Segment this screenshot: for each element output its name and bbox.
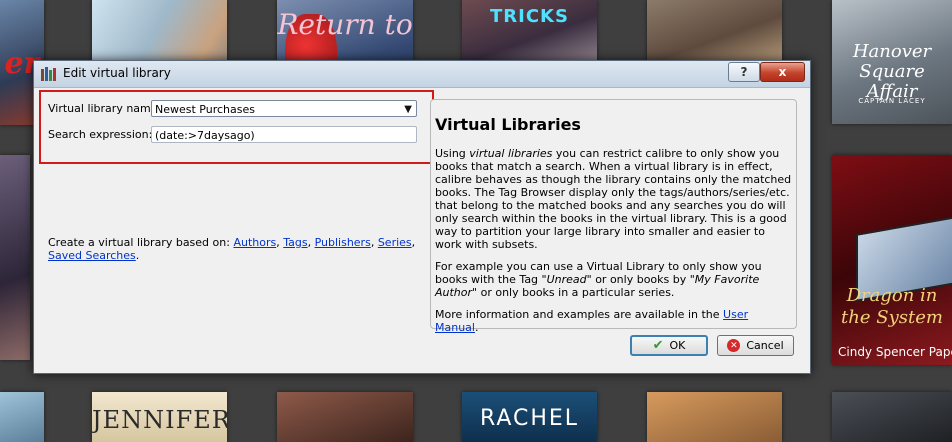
help-text: . [474, 321, 479, 334]
cancel-icon: ✕ [727, 339, 741, 352]
help-text: or only books by [595, 273, 687, 286]
cover-text: Hanover Square Affair [852, 41, 932, 102]
edit-virtual-library-dialog: Edit virtual library ? x Virtual library… [33, 60, 811, 374]
create-based-on: Create a virtual library based on: Autho… [48, 236, 416, 262]
saved-searches-link[interactable]: Saved Searches [48, 249, 136, 262]
authors-link[interactable]: Authors [233, 236, 276, 249]
series-link[interactable]: Series [378, 236, 412, 249]
cover-author: Cindy Spencer Pape [838, 345, 952, 359]
ok-button[interactable]: ✔ OK [630, 335, 708, 356]
help-text: you can restrict calibre to only show yo… [435, 147, 792, 251]
cover-text: Dragon in the System [841, 285, 943, 328]
help-paragraph: Using virtual libraries you can restrict… [435, 147, 793, 251]
calibre-books-icon [41, 67, 57, 81]
create-prefix: Create a virtual library based on: [48, 236, 230, 249]
dialog-content: Virtual library name: Newest Purchases ▼… [34, 88, 810, 373]
help-text-emphasis: "Unread" [541, 273, 592, 286]
book-cover: RACHEL [462, 392, 597, 442]
help-button[interactable]: ? [728, 62, 760, 82]
cover-text: Return to [277, 8, 413, 41]
book-cover: TRICKS [462, 0, 597, 68]
book-cover: Dragon in the System Cindy Spencer Pape [832, 155, 952, 365]
help-text-emphasis: virtual libraries [469, 147, 553, 160]
book-cover: Hanover Square Affair CAPTAIN LACEY [832, 0, 952, 124]
publishers-link[interactable]: Publishers [315, 236, 371, 249]
cover-text: RACHEL [479, 406, 580, 431]
cover-text: TRICKS [490, 6, 569, 27]
help-paragraph: More information and examples are availa… [435, 308, 793, 334]
book-cover [832, 392, 952, 442]
highlight-annotation-box [39, 90, 434, 164]
help-text: Using [435, 147, 466, 160]
book-cover: JENNIFER [92, 392, 227, 442]
book-cover [0, 155, 30, 360]
ok-label: OK [669, 339, 686, 352]
help-panel: Virtual Libraries Using virtual librarie… [430, 99, 797, 334]
help-body: Using virtual libraries you can restrict… [435, 147, 793, 343]
cover-author: CAPTAIN LACEY [858, 97, 926, 105]
book-cover [647, 0, 782, 68]
checkmark-icon: ✔ [652, 338, 664, 353]
book-cover [647, 392, 782, 442]
cancel-button[interactable]: ✕ Cancel [717, 335, 794, 356]
cover-text: JENNIFER [92, 406, 227, 434]
cancel-label: Cancel [746, 339, 784, 352]
close-button[interactable]: x [760, 62, 805, 82]
help-text: More information and examples are availa… [435, 308, 720, 321]
tags-link[interactable]: Tags [283, 236, 307, 249]
book-cover [0, 392, 44, 442]
book-cover [277, 392, 413, 442]
help-text: or only books in a particular series. [480, 286, 675, 299]
title-bar[interactable]: Edit virtual library ? x [34, 61, 810, 88]
help-title: Virtual Libraries [435, 115, 581, 134]
window-title: Edit virtual library [63, 66, 171, 80]
help-paragraph: For example you can use a Virtual Librar… [435, 260, 793, 299]
